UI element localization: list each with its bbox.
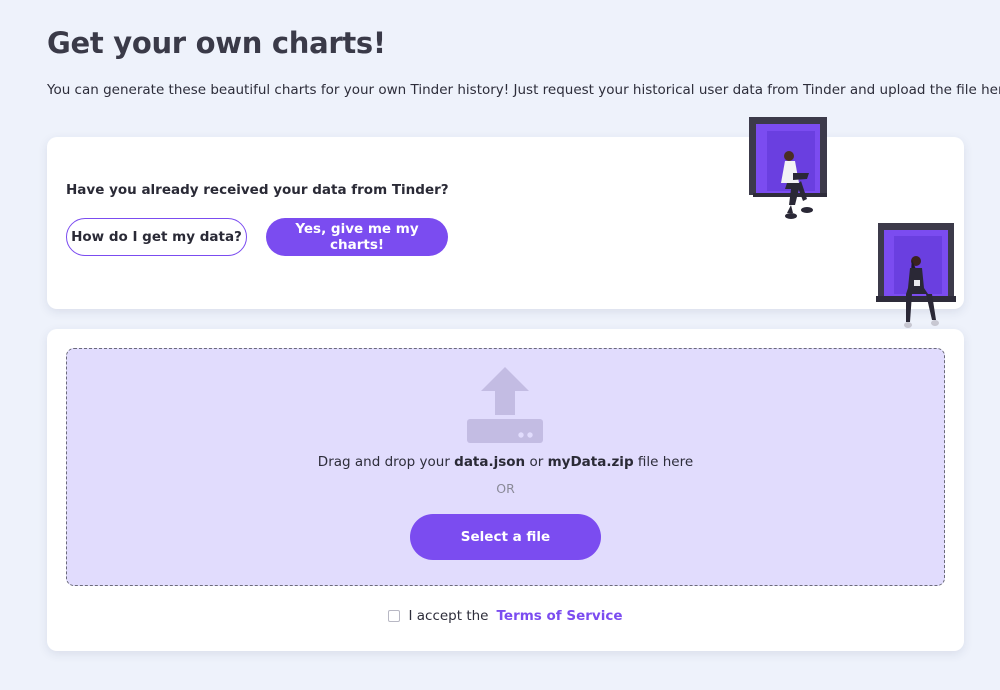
page-title: Get your own charts!: [47, 26, 386, 60]
terms-of-service-link[interactable]: Terms of Service: [497, 608, 623, 624]
select-file-button[interactable]: Select a file: [410, 514, 601, 560]
zip-filename: myData.zip: [547, 454, 634, 470]
or-separator: OR: [496, 481, 515, 496]
intro-text: You can generate these beautiful charts …: [47, 82, 1000, 98]
give-charts-button[interactable]: Yes, give me my charts!: [266, 218, 448, 256]
json-filename: data.json: [454, 454, 526, 470]
terms-label: I accept the: [408, 608, 489, 624]
upload-icon: [467, 367, 543, 443]
woman-in-window-illustration: [876, 223, 956, 328]
terms-checkbox[interactable]: [388, 610, 401, 622]
man-in-window-illustration: [749, 117, 827, 219]
drop-instructions: Drag and drop your data.json or myData.z…: [317, 454, 694, 470]
how-get-data-button[interactable]: How do I get my data?: [66, 218, 247, 256]
question-text: Have you already received your data from…: [66, 182, 449, 198]
upload-card: Drag and drop your data.json or myData.z…: [47, 329, 964, 651]
terms-row: I accept the Terms of Service: [47, 608, 964, 624]
file-dropzone[interactable]: Drag and drop your data.json or myData.z…: [66, 348, 945, 586]
